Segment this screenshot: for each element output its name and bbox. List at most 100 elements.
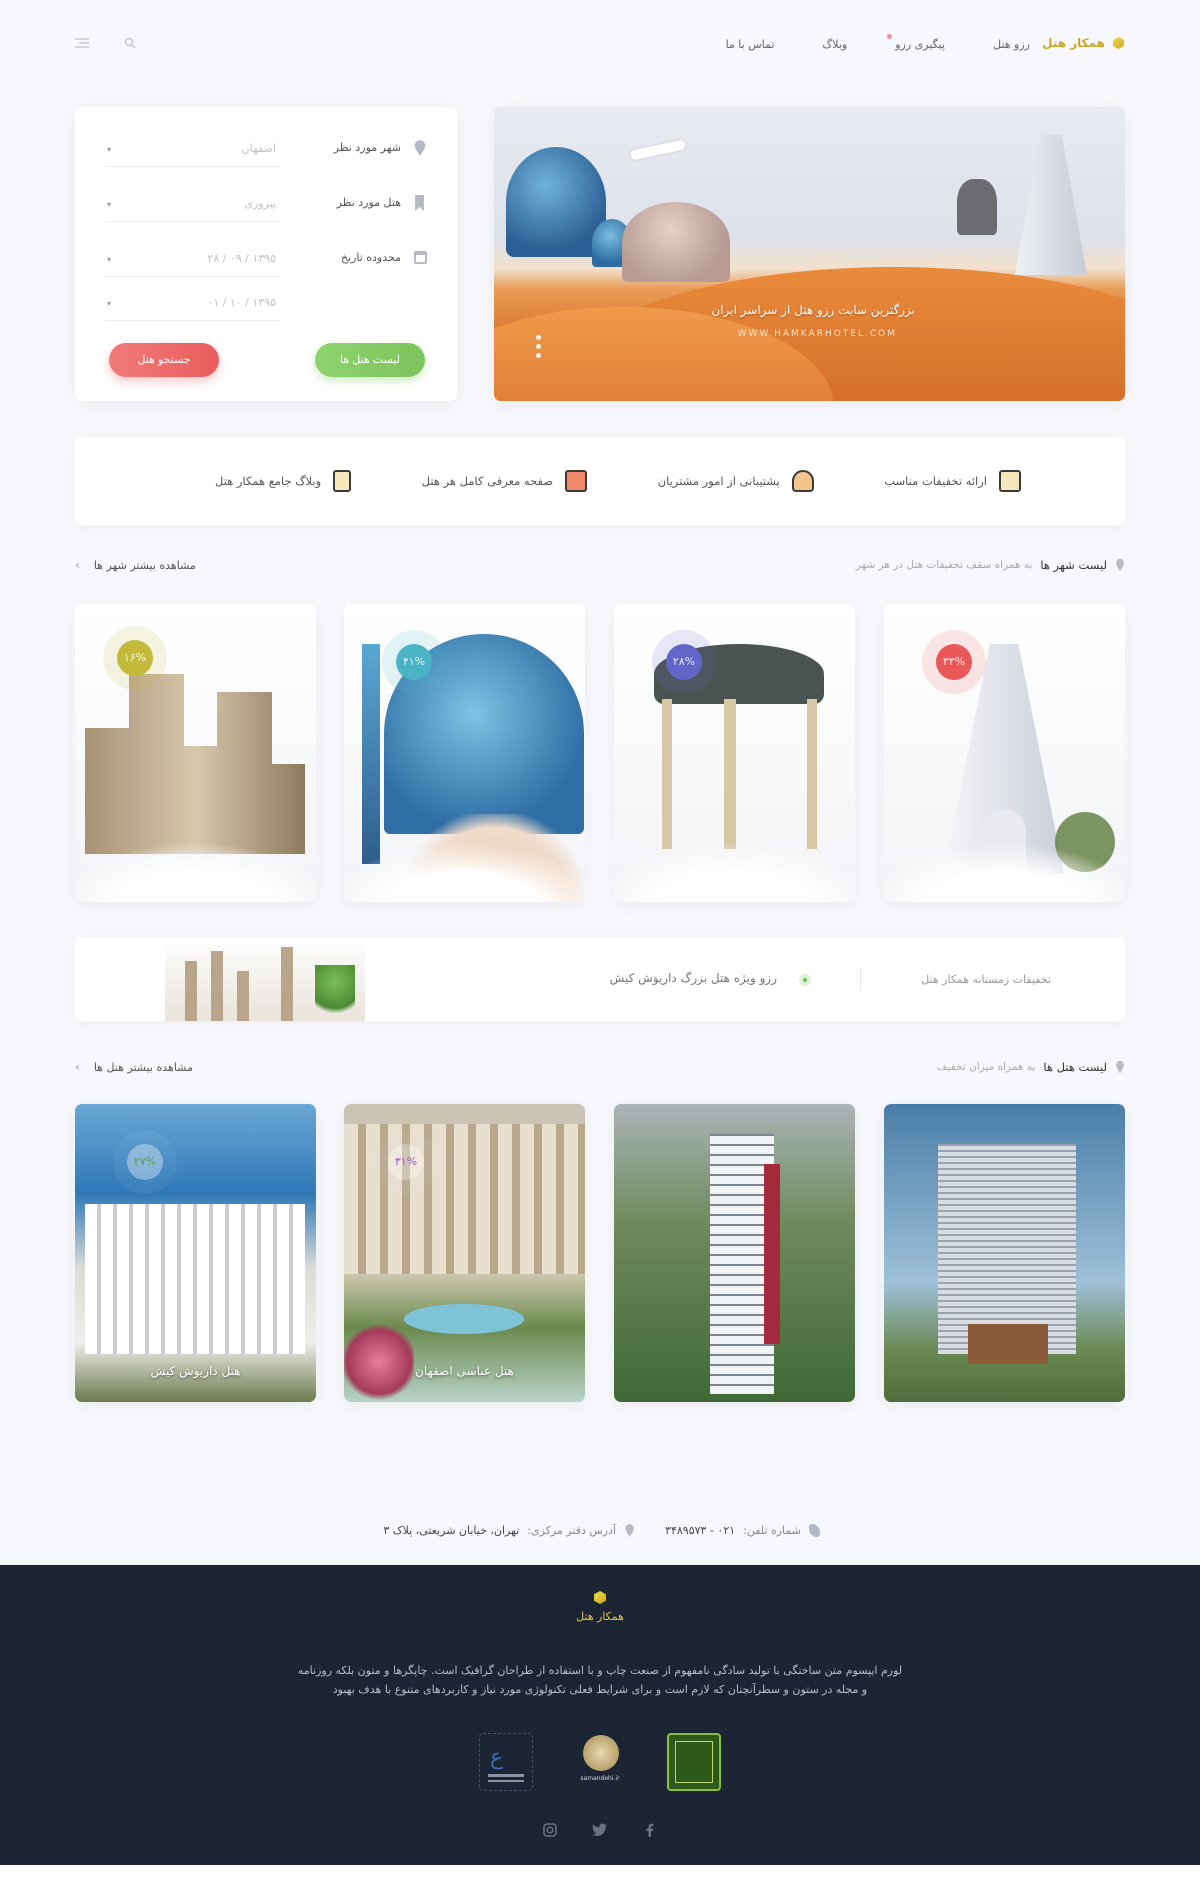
hotel-name: هتل عباسی اصفهان bbox=[415, 1364, 514, 1378]
city-value: اصفهان bbox=[241, 142, 276, 155]
nav-hotel-booking[interactable]: رزو هتل bbox=[993, 38, 1030, 51]
more-cities-label: مشاهده بیشتر شهر ها bbox=[93, 558, 196, 572]
chevron-down-icon: ▾ bbox=[107, 299, 112, 308]
hotel-card-dariush[interactable]: ۲۷% هتل داریوش کیش bbox=[75, 1104, 316, 1402]
location-pin-icon bbox=[414, 140, 426, 156]
feature-label: صفحه معرفی کامل هر هتل bbox=[421, 474, 554, 488]
enamad-frame bbox=[675, 1741, 713, 1783]
date-from-value: ۱۳۹۵ / ۰۹ / ۲۸ bbox=[207, 252, 276, 265]
nav-booking-tracking[interactable]: پیگیری رزو bbox=[887, 34, 945, 51]
dariush-hotel-image bbox=[85, 1204, 305, 1354]
chevron-down-icon: ▾ bbox=[107, 200, 112, 209]
features-bar: ارائه تخفیفات مناسب پشتیبانی از امور مشت… bbox=[75, 437, 1125, 525]
date-range-row: محدوده تاریخ ۱۳۹۵ / ۰۹ / ۲۸ ▾ bbox=[105, 247, 427, 277]
status-dot-icon bbox=[799, 974, 811, 986]
hotel-list-button[interactable]: لیست هتل ها bbox=[315, 343, 425, 377]
hotel-sign bbox=[764, 1164, 780, 1344]
feature-support: پشتیبانی از امور مشتریان bbox=[658, 470, 814, 492]
footer: همکار هتل لورم ایپسوم متن ساختگی با تولی… bbox=[0, 1565, 1200, 1865]
city-select[interactable]: اصفهان ▾ bbox=[105, 137, 280, 167]
date-to-value: ۱۳۹۵ / ۱۰ / ۰۱ bbox=[207, 296, 276, 309]
logo-cube-icon bbox=[594, 1591, 606, 1604]
airplane-image bbox=[629, 139, 687, 161]
city-card-tabriz[interactable]: ۱۶% bbox=[75, 604, 316, 902]
section-subtitle: به همراه سقف تخفیفات هتل در هر شهر bbox=[855, 559, 1033, 571]
hotel-page-icon bbox=[565, 470, 588, 492]
chevron-left-icon[interactable]: ‹ bbox=[653, 971, 658, 985]
brand-logo[interactable]: همکار هتل bbox=[1042, 36, 1124, 50]
city-card-shiraz[interactable]: ۲۸% bbox=[614, 604, 855, 902]
samandehi-label: samandehi.ir bbox=[580, 1775, 620, 1782]
date-to-row: ۱۳۹۵ / ۱۰ / ۰۱ ▾ bbox=[105, 291, 427, 321]
slider-dots[interactable] bbox=[536, 335, 541, 358]
social-links bbox=[0, 1823, 1200, 1839]
location-pin-icon bbox=[1116, 558, 1124, 572]
search-hotel-button[interactable]: جستجو هتل bbox=[109, 343, 219, 377]
facebook-icon[interactable] bbox=[642, 1823, 658, 1839]
phone-info: شماره تلفن: ۰۲۱ - ۳۴۸۹۵۷۳ bbox=[665, 1524, 820, 1537]
phone-icon bbox=[809, 1524, 820, 1537]
horse-statue-image bbox=[957, 179, 997, 235]
hotel-card-abbasi[interactable]: ۳۱% هتل عباسی اصفهان bbox=[344, 1104, 585, 1402]
bookmark-icon bbox=[415, 195, 424, 211]
calendar-icon bbox=[414, 251, 427, 264]
chevron-left-icon: ‹ bbox=[75, 558, 80, 572]
hero-banner: بزرگترین سایت رزو هتل از سراسر ایران WWW… bbox=[494, 107, 1125, 401]
enamad-seal[interactable] bbox=[667, 1733, 721, 1791]
address-label: آدرس دفتر مرکزی: bbox=[527, 1524, 617, 1537]
hotel-card[interactable] bbox=[614, 1104, 855, 1402]
hamburger-icon[interactable] bbox=[74, 37, 90, 51]
winter-promo-banner[interactable]: تخفیفات زمستانه همکار هتل رزو ویژه هتل ب… bbox=[75, 937, 1125, 1021]
hotel-select[interactable]: پیروزی ▾ bbox=[105, 192, 280, 222]
more-hotels-label: مشاهده بیشتر هتل ها bbox=[93, 1060, 193, 1074]
samandehi-seal[interactable]: samandehi.ir bbox=[573, 1733, 627, 1791]
minaret-image bbox=[362, 644, 380, 864]
instagram-icon[interactable] bbox=[542, 1823, 558, 1839]
hotel-building-image bbox=[938, 1144, 1076, 1354]
trust-seals: ع samandehi.ir bbox=[0, 1733, 1200, 1791]
address-info: آدرس دفتر مرکزی: تهران، خیابان شریعتی، پ… bbox=[383, 1524, 635, 1537]
section-subtitle: به همراه میزان تخفیف bbox=[936, 1061, 1036, 1073]
footer-logo[interactable]: همکار هتل bbox=[0, 1591, 1200, 1623]
search-icon[interactable] bbox=[122, 37, 138, 51]
etehadieh-seal[interactable]: ع bbox=[479, 1733, 533, 1791]
twitter-icon[interactable] bbox=[592, 1823, 608, 1839]
svg-text:ع: ع bbox=[490, 1745, 503, 1770]
brand-name: همکار هتل bbox=[1042, 36, 1105, 50]
location-pin-icon bbox=[625, 1524, 634, 1537]
footer-brand-name: همکار هتل bbox=[576, 1610, 624, 1623]
section-title: لیست شهر ها bbox=[1040, 558, 1107, 572]
support-agent-icon bbox=[791, 470, 814, 492]
hotel-value: پیروزی bbox=[244, 197, 276, 210]
hotel-search-form: شهر مورد نظر اصفهان ▾ هتل مورد نظر پیروز… bbox=[75, 107, 457, 401]
discount-badge: ۱۶% bbox=[103, 626, 167, 690]
more-hotels-link[interactable]: ‹ مشاهده بیشتر هتل ها bbox=[75, 1060, 193, 1074]
city-label: شهر مورد نظر bbox=[333, 141, 401, 154]
promo-divider bbox=[860, 967, 861, 991]
nav-contact[interactable]: تماس با ما bbox=[726, 38, 775, 51]
date-from-field[interactable]: ۱۳۹۵ / ۰۹ / ۲۸ ▾ bbox=[105, 247, 280, 277]
address-text: تهران، خیابان شریعتی، پلاک ۳ bbox=[383, 1524, 520, 1537]
feature-label: پشتیبانی از امور مشتریان bbox=[657, 474, 780, 488]
nav-blog[interactable]: وبلاگ bbox=[822, 38, 847, 51]
pink-dome-image bbox=[622, 202, 730, 282]
hotel-card[interactable] bbox=[884, 1104, 1125, 1402]
date-to-field[interactable]: ۱۳۹۵ / ۱۰ / ۰۱ ▾ bbox=[105, 291, 280, 321]
discount-badge: ۲۷% bbox=[113, 1130, 177, 1194]
chevron-down-icon: ▾ bbox=[107, 145, 112, 154]
main-nav: رزو هتل پیگیری رزو وبلاگ تماس با ما bbox=[726, 34, 1030, 51]
palm-image bbox=[315, 965, 355, 1021]
azadi-tower-image bbox=[1015, 135, 1087, 275]
chevron-left-icon: ‹ bbox=[75, 1060, 80, 1074]
hotel-entrance bbox=[968, 1324, 1048, 1364]
discount-check-icon bbox=[999, 470, 1021, 492]
hotel-label: هتل مورد نظر bbox=[336, 196, 401, 209]
hero-url: WWW.HAMKARHOTEL.COM bbox=[737, 329, 897, 339]
more-cities-link[interactable]: ‹ مشاهده بیشتر شهر ها bbox=[75, 558, 196, 572]
hero-caption: بزرگترین سایت رزو هتل از سراسر ایران bbox=[711, 303, 915, 317]
footer-description: لورم ایپسوم متن ساختگی با تولید سادگی نا… bbox=[297, 1664, 903, 1696]
city-card-isfahan[interactable]: ۴۱% bbox=[344, 604, 585, 902]
city-card-tehran[interactable]: ۳۳% bbox=[884, 604, 1125, 902]
pavilion-column bbox=[724, 699, 736, 849]
phone-number[interactable]: ۰۲۱ - ۳۴۸۹۵۷۳ bbox=[665, 1524, 735, 1537]
